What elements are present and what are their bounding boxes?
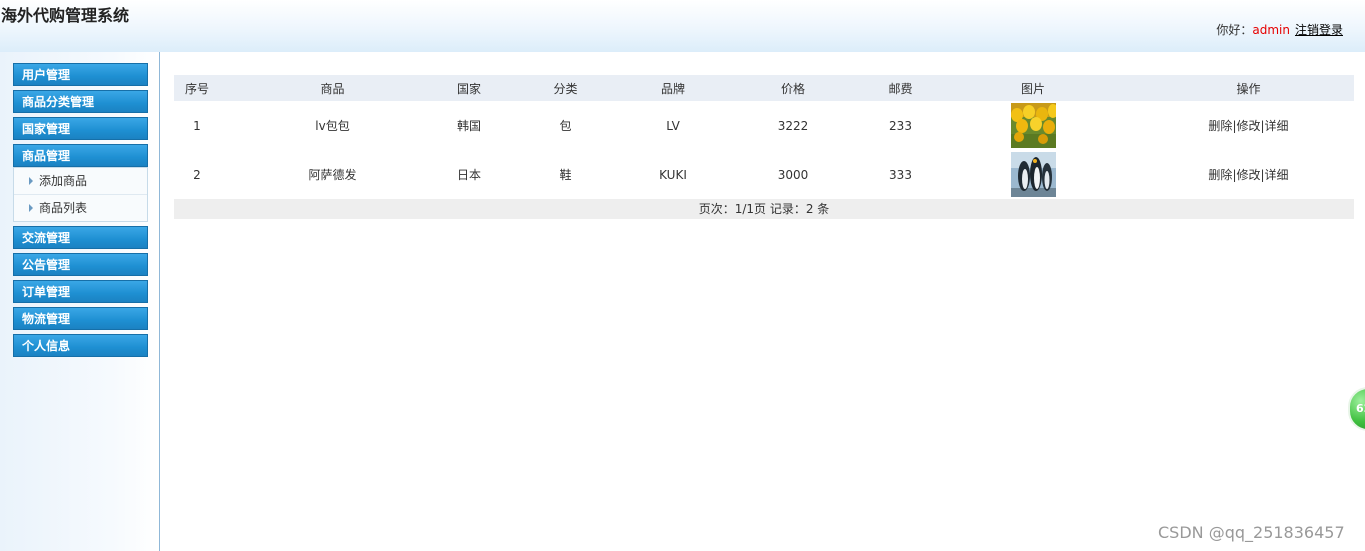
sidebar-menu: 用户管理 商品分类管理 国家管理 商品管理 添加商品 商品列表 交流管理 公告管… <box>13 63 148 361</box>
menu-product-management[interactable]: 商品管理 <box>13 144 148 167</box>
username: admin <box>1252 23 1290 37</box>
cell-category: 鞋 <box>559 168 572 182</box>
edit-link[interactable]: 修改 <box>1236 119 1260 133</box>
user-bar: 你好：admin 注销登录 <box>1216 21 1343 38</box>
column-header: 分类 <box>493 75 638 101</box>
cell-category: 包 <box>559 119 572 133</box>
header: 海外代购管理系统 你好：admin 注销登录 <box>0 0 1365 52</box>
table-row: 1 lv包包 韩国 包 LV 3222 233 删除|修改|详细 <box>174 101 1354 150</box>
cell-shipping: 233 <box>889 118 912 133</box>
column-header: 图片 <box>923 75 1143 101</box>
menu-user-management[interactable]: 用户管理 <box>13 63 148 86</box>
main-content: 序号 商品 国家 分类 品牌 价格 邮费 图片 操作 1 lv包包 韩国 包 L… <box>174 75 1354 219</box>
menu-exchange-management[interactable]: 交流管理 <box>13 226 148 249</box>
cell-operations: 删除|修改|详细 <box>1143 150 1354 199</box>
triangle-right-icon <box>29 177 33 185</box>
pagination-info: 页次：1/1页 记录：2 条 <box>174 199 1354 219</box>
cell-product: lv包包 <box>315 119 350 133</box>
submenu-product-list[interactable]: 商品列表 <box>14 195 147 221</box>
delete-link[interactable]: 删除 <box>1208 168 1232 182</box>
cell-brand: KUKI <box>659 167 687 182</box>
tulips-thumbnail <box>1010 103 1056 148</box>
cell-operations: 删除|修改|详细 <box>1143 101 1354 150</box>
cell-no: 1 <box>193 118 201 133</box>
cell-brand: LV <box>666 118 680 133</box>
cell-image <box>923 101 1143 150</box>
submenu-label: 商品列表 <box>39 201 88 215</box>
column-header: 品牌 <box>638 75 708 101</box>
app-title: 海外代购管理系统 <box>1 6 130 25</box>
product-submenu: 添加商品 商品列表 <box>13 167 148 222</box>
submenu-add-product[interactable]: 添加商品 <box>14 168 147 195</box>
product-table: 序号 商品 国家 分类 品牌 价格 邮费 图片 操作 1 lv包包 韩国 包 L… <box>174 75 1354 199</box>
cell-no: 2 <box>193 167 201 182</box>
greeting-label: 你好： <box>1216 23 1253 37</box>
column-header: 邮费 <box>878 75 923 101</box>
column-header: 价格 <box>708 75 878 101</box>
column-header: 序号 <box>174 75 220 101</box>
watermark: CSDN @qq_251836457 <box>1158 523 1345 542</box>
cell-country: 日本 <box>456 168 481 182</box>
delete-link[interactable]: 删除 <box>1208 119 1232 133</box>
table-row: 2 阿萨德发 日本 鞋 KUKI 3000 333 删除|修改|详细 <box>174 150 1354 199</box>
sidebar: 用户管理 商品分类管理 国家管理 商品管理 添加商品 商品列表 交流管理 公告管… <box>0 52 160 551</box>
detail-link[interactable]: 详细 <box>1265 168 1289 182</box>
triangle-right-icon <box>29 204 33 212</box>
menu-country-management[interactable]: 国家管理 <box>13 117 148 140</box>
column-header: 国家 <box>445 75 493 101</box>
cell-image <box>923 150 1143 199</box>
table-header-row: 序号 商品 国家 分类 品牌 价格 邮费 图片 操作 <box>174 75 1354 101</box>
cell-shipping: 333 <box>889 167 912 182</box>
detail-link[interactable]: 详细 <box>1265 119 1289 133</box>
cell-country: 韩国 <box>456 119 481 133</box>
floating-badge[interactable]: 62 <box>1348 387 1365 431</box>
edit-link[interactable]: 修改 <box>1236 168 1260 182</box>
submenu-label: 添加商品 <box>39 174 88 188</box>
column-header: 操作 <box>1143 75 1354 101</box>
column-header: 商品 <box>220 75 445 101</box>
cell-price: 3222 <box>777 118 809 133</box>
logout-link[interactable]: 注销登录 <box>1295 23 1343 37</box>
penguins-thumbnail <box>1010 152 1056 197</box>
menu-notice-management[interactable]: 公告管理 <box>13 253 148 276</box>
cell-price: 3000 <box>777 167 809 182</box>
menu-personal-info[interactable]: 个人信息 <box>13 334 148 357</box>
cell-product: 阿萨德发 <box>308 168 357 182</box>
menu-order-management[interactable]: 订单管理 <box>13 280 148 303</box>
menu-category-management[interactable]: 商品分类管理 <box>13 90 148 113</box>
menu-logistics-management[interactable]: 物流管理 <box>13 307 148 330</box>
